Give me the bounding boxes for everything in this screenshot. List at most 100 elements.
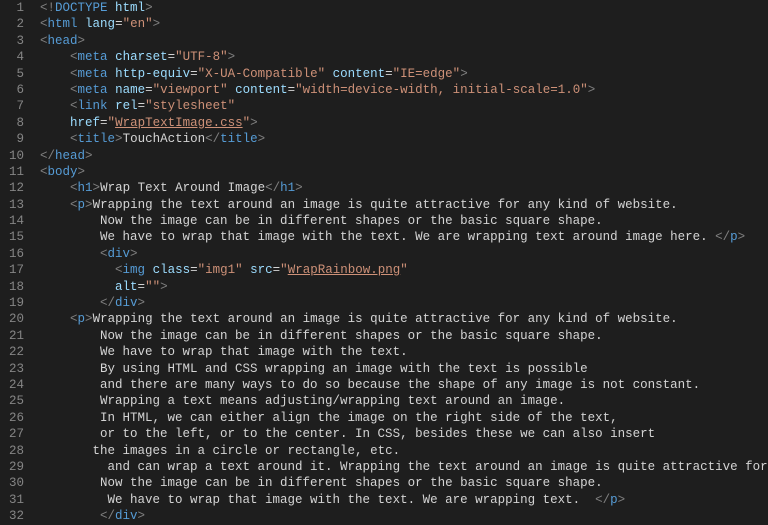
token: name bbox=[115, 83, 145, 97]
code-line[interactable]: <!DOCTYPE html> bbox=[40, 0, 768, 16]
token: WrapTextImage.css bbox=[115, 116, 243, 130]
token bbox=[108, 1, 116, 15]
token: lang bbox=[85, 17, 115, 31]
token: < bbox=[70, 181, 78, 195]
code-line[interactable]: Now the image can be in different shapes… bbox=[40, 213, 768, 229]
token: "img1" bbox=[198, 263, 243, 277]
token: "stylesheet" bbox=[145, 99, 235, 113]
code-line[interactable]: We have to wrap that image with the text… bbox=[40, 492, 768, 508]
token: > bbox=[138, 296, 146, 310]
line-number: 28 bbox=[0, 443, 24, 459]
code-line[interactable]: and can wrap a text around it. Wrapping … bbox=[40, 459, 768, 475]
token: WrapRainbow.png bbox=[288, 263, 401, 277]
code-line[interactable]: Now the image can be in different shapes… bbox=[40, 475, 768, 491]
token: " bbox=[243, 116, 251, 130]
code-line[interactable]: <meta http-equiv="X-UA-Compatible" conte… bbox=[40, 66, 768, 82]
line-number: 9 bbox=[0, 131, 24, 147]
token: head bbox=[55, 149, 85, 163]
token: </ bbox=[100, 296, 115, 310]
token: > bbox=[738, 230, 746, 244]
code-line[interactable]: and there are many ways to do so because… bbox=[40, 377, 768, 393]
line-number: 13 bbox=[0, 197, 24, 213]
token: div bbox=[115, 509, 138, 523]
code-line[interactable]: <link rel="stylesheet" bbox=[40, 98, 768, 114]
token bbox=[108, 67, 116, 81]
line-number: 19 bbox=[0, 295, 24, 311]
token: "IE=edge" bbox=[393, 67, 461, 81]
line-number: 7 bbox=[0, 98, 24, 114]
token: < bbox=[70, 198, 78, 212]
code-line[interactable]: </div> bbox=[40, 295, 768, 311]
line-number: 8 bbox=[0, 115, 24, 131]
code-line[interactable]: <title>TouchAction</title> bbox=[40, 131, 768, 147]
line-number: 29 bbox=[0, 459, 24, 475]
token: Now the image can be in different shapes… bbox=[100, 476, 603, 490]
token: > bbox=[115, 132, 123, 146]
code-line[interactable]: <body> bbox=[40, 164, 768, 180]
token: img bbox=[123, 263, 146, 277]
token: = bbox=[138, 99, 146, 113]
token: head bbox=[48, 34, 78, 48]
token: = bbox=[145, 83, 153, 97]
token: > bbox=[85, 312, 93, 326]
code-line[interactable]: alt=""> bbox=[40, 279, 768, 295]
token: < bbox=[70, 312, 78, 326]
line-number: 27 bbox=[0, 426, 24, 442]
code-line[interactable]: <p>Wrapping the text around an image is … bbox=[40, 311, 768, 327]
code-line[interactable]: the images in a circle or rectangle, etc… bbox=[40, 443, 768, 459]
token: body bbox=[48, 165, 78, 179]
token: p bbox=[78, 312, 86, 326]
token: > bbox=[153, 17, 161, 31]
line-number: 12 bbox=[0, 180, 24, 196]
token: > bbox=[78, 34, 86, 48]
line-number: 10 bbox=[0, 148, 24, 164]
token: or to the left, or to the center. In CSS… bbox=[100, 427, 655, 441]
code-line[interactable]: <html lang="en"> bbox=[40, 16, 768, 32]
token: < bbox=[115, 263, 123, 277]
token: content bbox=[333, 67, 386, 81]
code-line[interactable]: <h1>Wrap Text Around Image</h1> bbox=[40, 180, 768, 196]
token: href bbox=[70, 116, 100, 130]
code-line[interactable]: We have to wrap that image with the text… bbox=[40, 344, 768, 360]
token: " bbox=[108, 116, 116, 130]
token: > bbox=[228, 50, 236, 64]
token bbox=[108, 83, 116, 97]
token: Wrapping the text around an image is qui… bbox=[93, 312, 678, 326]
code-line[interactable]: </head> bbox=[40, 148, 768, 164]
code-editor[interactable]: 1234567891011121314151617181920212223242… bbox=[0, 0, 768, 524]
code-line[interactable]: </div> bbox=[40, 508, 768, 524]
line-number: 24 bbox=[0, 377, 24, 393]
code-line[interactable]: <img class="img1" src="WrapRainbow.png" bbox=[40, 262, 768, 278]
line-number: 23 bbox=[0, 361, 24, 377]
token: > bbox=[93, 181, 101, 195]
code-line[interactable]: We have to wrap that image with the text… bbox=[40, 229, 768, 245]
token: html bbox=[48, 17, 78, 31]
token: < bbox=[70, 50, 78, 64]
code-line[interactable]: <div> bbox=[40, 246, 768, 262]
code-line[interactable]: Wrapping a text means adjusting/wrapping… bbox=[40, 393, 768, 409]
line-number: 11 bbox=[0, 164, 24, 180]
token: > bbox=[618, 493, 626, 507]
code-line[interactable]: <p>Wrapping the text around an image is … bbox=[40, 197, 768, 213]
token: title bbox=[78, 132, 116, 146]
line-number: 21 bbox=[0, 328, 24, 344]
code-line[interactable]: <head> bbox=[40, 33, 768, 49]
code-line[interactable]: In HTML, we can either align the image o… bbox=[40, 410, 768, 426]
token: < bbox=[70, 132, 78, 146]
token: Now the image can be in different shapes… bbox=[100, 329, 603, 343]
token: = bbox=[385, 67, 393, 81]
token: </ bbox=[100, 509, 115, 523]
code-line[interactable]: Now the image can be in different shapes… bbox=[40, 328, 768, 344]
token bbox=[228, 83, 236, 97]
code-line[interactable]: <meta charset="UTF-8"> bbox=[40, 49, 768, 65]
token: > bbox=[295, 181, 303, 195]
code-line[interactable]: By using HTML and CSS wrapping an image … bbox=[40, 361, 768, 377]
token: < bbox=[70, 83, 78, 97]
token: Wrapping the text around an image is qui… bbox=[93, 198, 678, 212]
code-line[interactable]: <meta name="viewport" content="width=dev… bbox=[40, 82, 768, 98]
code-area[interactable]: <!DOCTYPE html><html lang="en"><head> <m… bbox=[38, 0, 768, 524]
token: link bbox=[78, 99, 108, 113]
code-line[interactable]: href="WrapTextImage.css"> bbox=[40, 115, 768, 131]
code-line[interactable]: or to the left, or to the center. In CSS… bbox=[40, 426, 768, 442]
token: < bbox=[40, 17, 48, 31]
